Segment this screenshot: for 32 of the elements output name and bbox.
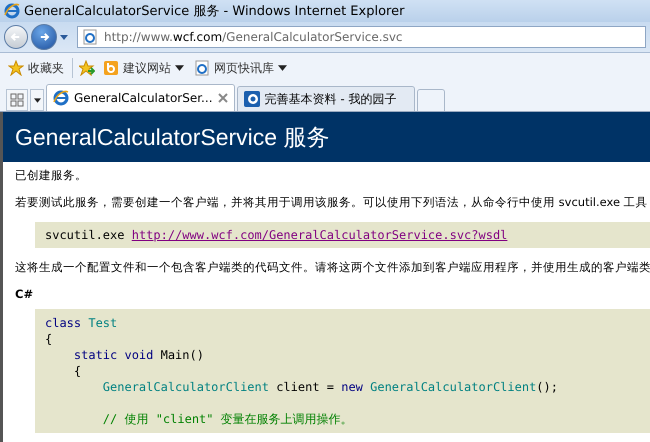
address-field[interactable]: http://www.wcf.com/GeneralCalculatorService.svc bbox=[77, 26, 646, 48]
page-heading: GeneralCalculatorService 服务 bbox=[15, 122, 330, 152]
dropdown-arrow-icon bbox=[175, 65, 184, 71]
page-icon bbox=[194, 60, 210, 76]
site-logo-icon bbox=[244, 91, 260, 107]
page-icon bbox=[82, 29, 98, 45]
favorites-button[interactable]: 收藏夹 bbox=[6, 58, 66, 78]
favorites-link[interactable]: 建议网站 bbox=[101, 58, 186, 78]
star-icon bbox=[8, 60, 24, 76]
quick-tabs-button[interactable] bbox=[6, 89, 28, 111]
add-favorite-icon[interactable] bbox=[79, 60, 95, 76]
ie-logo-icon bbox=[4, 3, 20, 19]
tab-list-button[interactable] bbox=[30, 89, 44, 111]
command-text: svcutil.exe bbox=[45, 228, 124, 242]
ie-logo-icon bbox=[53, 90, 69, 106]
close-icon[interactable] bbox=[218, 93, 228, 103]
grid-icon bbox=[10, 93, 24, 107]
suggested-sites-icon bbox=[103, 60, 119, 76]
dropdown-arrow-icon bbox=[278, 65, 287, 71]
history-dropdown-icon[interactable] bbox=[60, 34, 68, 40]
paragraph: 若要测试此服务，需要创建一个客户端，并将其用于调用该服务。可以使用下列语法，从命令行中使用 svcutil.exe 工具 bbox=[15, 195, 649, 210]
window-title: GeneralCalculatorService 服务 - Windows Internet Explorer bbox=[24, 3, 404, 20]
code-block: class Test { static void Main() { GeneralCalculatorClient client = new GeneralCalculatorClient(); // 使用 "client" 变量在服务上调用操作。 bbox=[35, 309, 650, 433]
wsdl-link[interactable]: http://www.wcf.com/GeneralCalculatorService.svc?wsdl bbox=[132, 228, 508, 242]
browser-tab[interactable]: GeneralCalculatorSer... bbox=[46, 84, 235, 111]
back-button[interactable] bbox=[4, 25, 28, 49]
browser-tab[interactable]: 完善基本资料 - 我的园子 bbox=[236, 86, 415, 111]
forward-button[interactable] bbox=[31, 24, 57, 50]
language-label: C# bbox=[15, 287, 34, 301]
paragraph: 已创建服务。 bbox=[15, 168, 88, 183]
dropdown-arrow-icon bbox=[34, 98, 40, 102]
favorites-link[interactable]: 网页快讯库 bbox=[192, 58, 289, 78]
